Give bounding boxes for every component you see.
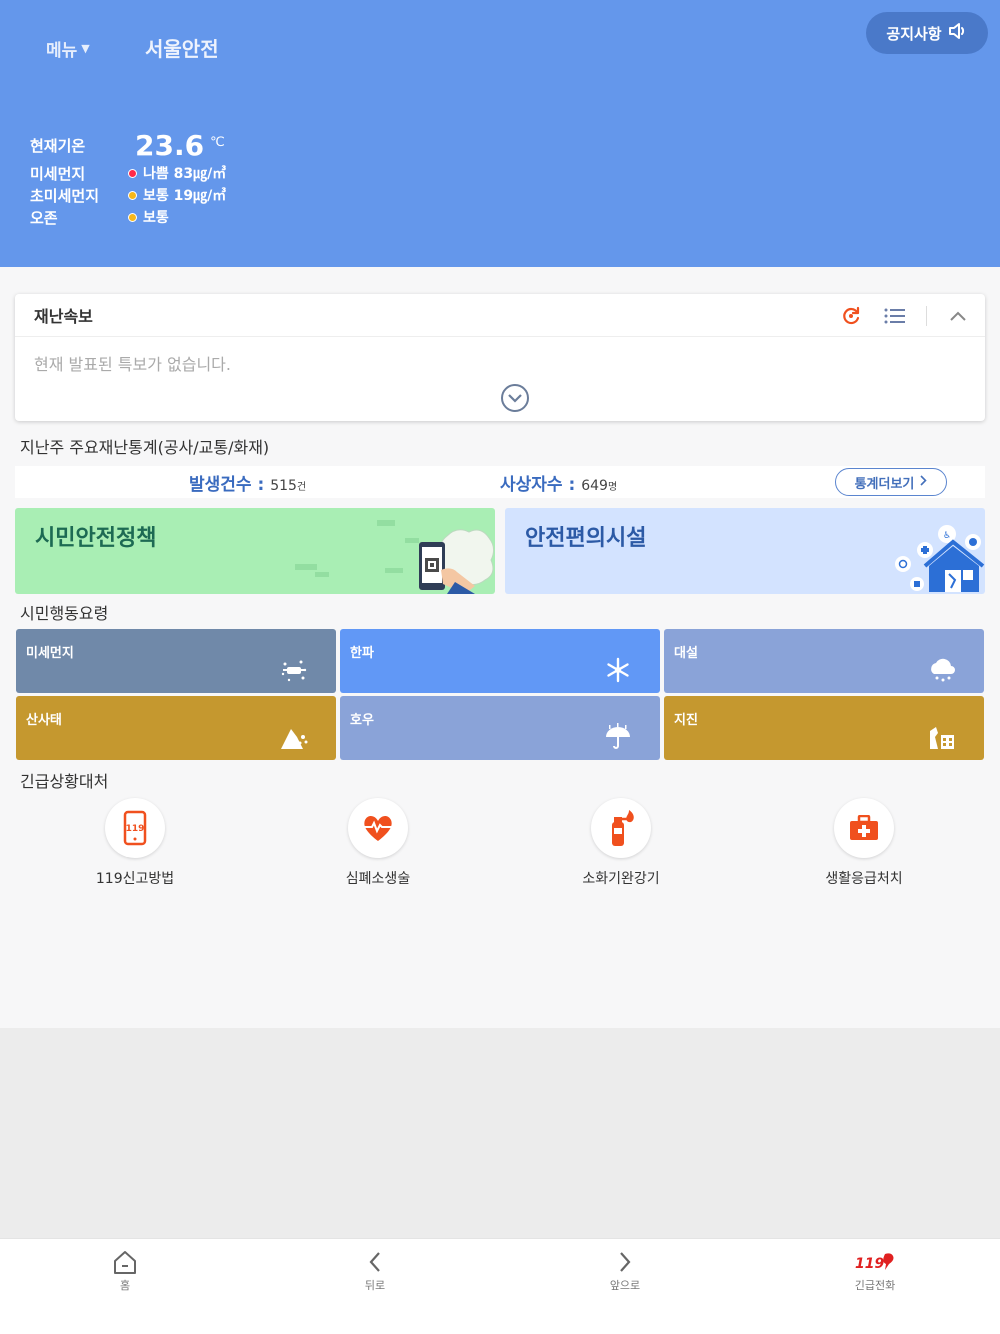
nav-emergency-call-label: 긴급전화 xyxy=(854,1279,896,1292)
empty-area xyxy=(0,1028,1000,1238)
tile-heavy-snow[interactable]: 대설 xyxy=(664,629,984,693)
ozone-label: 오존 xyxy=(30,208,58,227)
speaker-icon xyxy=(948,22,968,44)
tile-fine-dust[interactable]: 미세먼지 xyxy=(16,629,336,693)
chevron-right-icon xyxy=(920,474,928,490)
casualty-label: 사상자수 : xyxy=(500,475,576,495)
casualty-value: 649 xyxy=(581,478,608,494)
tile-heavy-rain[interactable]: 호우 xyxy=(340,696,660,760)
divider xyxy=(926,306,927,326)
weather-panel: 현재기온 23.6 ℃ 미세먼지 나쁨 83㎍/㎥ 초미세먼지 보통 19㎍/㎥… xyxy=(30,128,226,228)
tile-label: 한파 xyxy=(350,646,374,661)
guidelines-grid: 미세먼지 한파 대설 산사태 호우 지진 xyxy=(16,629,984,760)
earthquake-icon xyxy=(926,722,958,752)
tile-label: 호우 xyxy=(350,713,374,728)
emergency-item-extinguisher[interactable]: 소화기완강기 xyxy=(556,798,686,888)
tile-landslide[interactable]: 산사태 xyxy=(16,696,336,760)
pm25-label: 초미세먼지 xyxy=(30,186,100,205)
emergency-label: 심폐소생술 xyxy=(345,871,411,887)
list-icon[interactable] xyxy=(882,303,908,329)
notice-button[interactable]: 공지사항 xyxy=(866,12,988,54)
tile-label: 산사태 xyxy=(26,713,62,728)
svg-text:119: 119 xyxy=(126,824,145,834)
tile-label: 미세먼지 xyxy=(26,646,74,661)
temp-unit: ℃ xyxy=(210,134,225,150)
phone-icon: 119 xyxy=(105,798,165,858)
notice-label: 공지사항 xyxy=(886,24,942,43)
emergency-item-first-aid[interactable]: 생활응급처치 xyxy=(799,798,929,888)
first-aid-icon xyxy=(834,798,894,858)
nav-back[interactable]: 뒤로 xyxy=(250,1239,500,1334)
chevron-down-circle-icon[interactable] xyxy=(500,383,530,413)
status-dot-icon xyxy=(128,212,137,222)
stats-more-label: 통계더보기 xyxy=(854,476,915,492)
umbrella-icon xyxy=(602,722,634,752)
alert-title: 재난속보 xyxy=(34,307,93,326)
pm25-value: 보통 19㎍/㎥ xyxy=(143,188,227,204)
menu-button[interactable]: 메뉴 ▼ xyxy=(46,36,90,61)
citizen-safety-policy-banner[interactable]: 시민안전정책 xyxy=(15,508,495,594)
caret-down-icon: ▼ xyxy=(81,42,90,55)
disaster-alert-card: 재난속보 현재 발표된 특보가 없습니다. xyxy=(15,294,985,421)
119-logo-icon: 119 xyxy=(853,1249,897,1275)
occurrence-value: 515 xyxy=(270,478,297,494)
extinguisher-icon xyxy=(591,798,651,858)
app-title: 서울안전 xyxy=(145,37,219,61)
alert-message: 현재 발표된 특보가 없습니다. xyxy=(34,355,231,374)
emergency-item-cpr[interactable]: 심폐소생술 xyxy=(313,798,443,888)
nav-forward[interactable]: 앞으로 xyxy=(500,1239,750,1334)
temp-label: 현재기온 xyxy=(30,136,86,155)
nav-emergency-call[interactable]: 119 긴급전화 xyxy=(750,1239,1000,1334)
svg-text:♿: ♿ xyxy=(943,531,951,541)
home-icon xyxy=(109,1249,141,1275)
bottom-nav: 홈 뒤로 앞으로 119 긴급전화 xyxy=(0,1238,1000,1334)
landslide-icon xyxy=(278,722,310,752)
tile-cold-wave[interactable]: 한파 xyxy=(340,629,660,693)
ozone-value: 보통 xyxy=(143,210,169,226)
chevron-up-icon[interactable] xyxy=(945,303,971,329)
pm10-value: 나쁨 83㎍/㎥ xyxy=(143,166,227,182)
nav-home-label: 홈 xyxy=(119,1279,131,1292)
snowflake-icon xyxy=(602,655,634,685)
chevron-right-icon xyxy=(609,1249,641,1275)
menu-label: 메뉴 xyxy=(46,41,78,61)
phone-qr-illustration-icon xyxy=(295,520,495,594)
emergency-label: 생활응급처치 xyxy=(825,871,903,887)
stats-bar: 발생건수 : 515건 사상자수 : 649명 통계더보기 xyxy=(15,466,985,498)
tile-label: 지진 xyxy=(674,713,698,728)
dust-icon xyxy=(278,655,310,685)
pm10-label: 미세먼지 xyxy=(30,164,86,183)
status-dot-icon xyxy=(128,190,137,200)
casualty-stat: 사상자수 : 649명 xyxy=(500,470,617,495)
refresh-icon[interactable] xyxy=(838,303,864,329)
occurrence-unit: 건 xyxy=(296,482,307,493)
guidelines-title: 시민행동요령 xyxy=(20,604,109,623)
svg-text:119: 119 xyxy=(855,1256,884,1272)
tile-earthquake[interactable]: 지진 xyxy=(664,696,984,760)
stats-title: 지난주 주요재난통계(공사/교통/화재) xyxy=(20,438,270,457)
status-dot-icon xyxy=(128,168,137,178)
chevron-left-icon xyxy=(359,1249,391,1275)
tile-label: 대설 xyxy=(674,646,698,661)
emergency-title: 긴급상황대처 xyxy=(20,772,109,791)
safety-facility-banner[interactable]: 안전편의시설 ♿ xyxy=(505,508,985,594)
stats-more-button[interactable]: 통계더보기 xyxy=(835,468,947,496)
emergency-label: 119신고방법 xyxy=(95,871,175,887)
snow-cloud-icon xyxy=(926,655,958,685)
nav-forward-label: 앞으로 xyxy=(609,1279,641,1292)
heart-icon xyxy=(348,798,408,858)
header: 메뉴 ▼ 서울안전 공지사항 현재기온 23.6 ℃ 미세먼지 나쁨 83㎍/㎥… xyxy=(0,0,1000,267)
occurrence-label: 발생건수 : xyxy=(189,475,265,495)
emergency-item-119-report[interactable]: 119 119신고방법 xyxy=(70,798,200,888)
occurrence-stat: 발생건수 : 515건 xyxy=(189,470,306,495)
emergency-label: 소화기완강기 xyxy=(582,871,660,887)
casualty-unit: 명 xyxy=(607,482,618,493)
nav-back-label: 뒤로 xyxy=(364,1279,386,1292)
safety-house-illustration-icon: ♿ xyxy=(895,525,985,592)
nav-home[interactable]: 홈 xyxy=(0,1239,250,1334)
temp-value: 23.6 xyxy=(135,128,205,162)
